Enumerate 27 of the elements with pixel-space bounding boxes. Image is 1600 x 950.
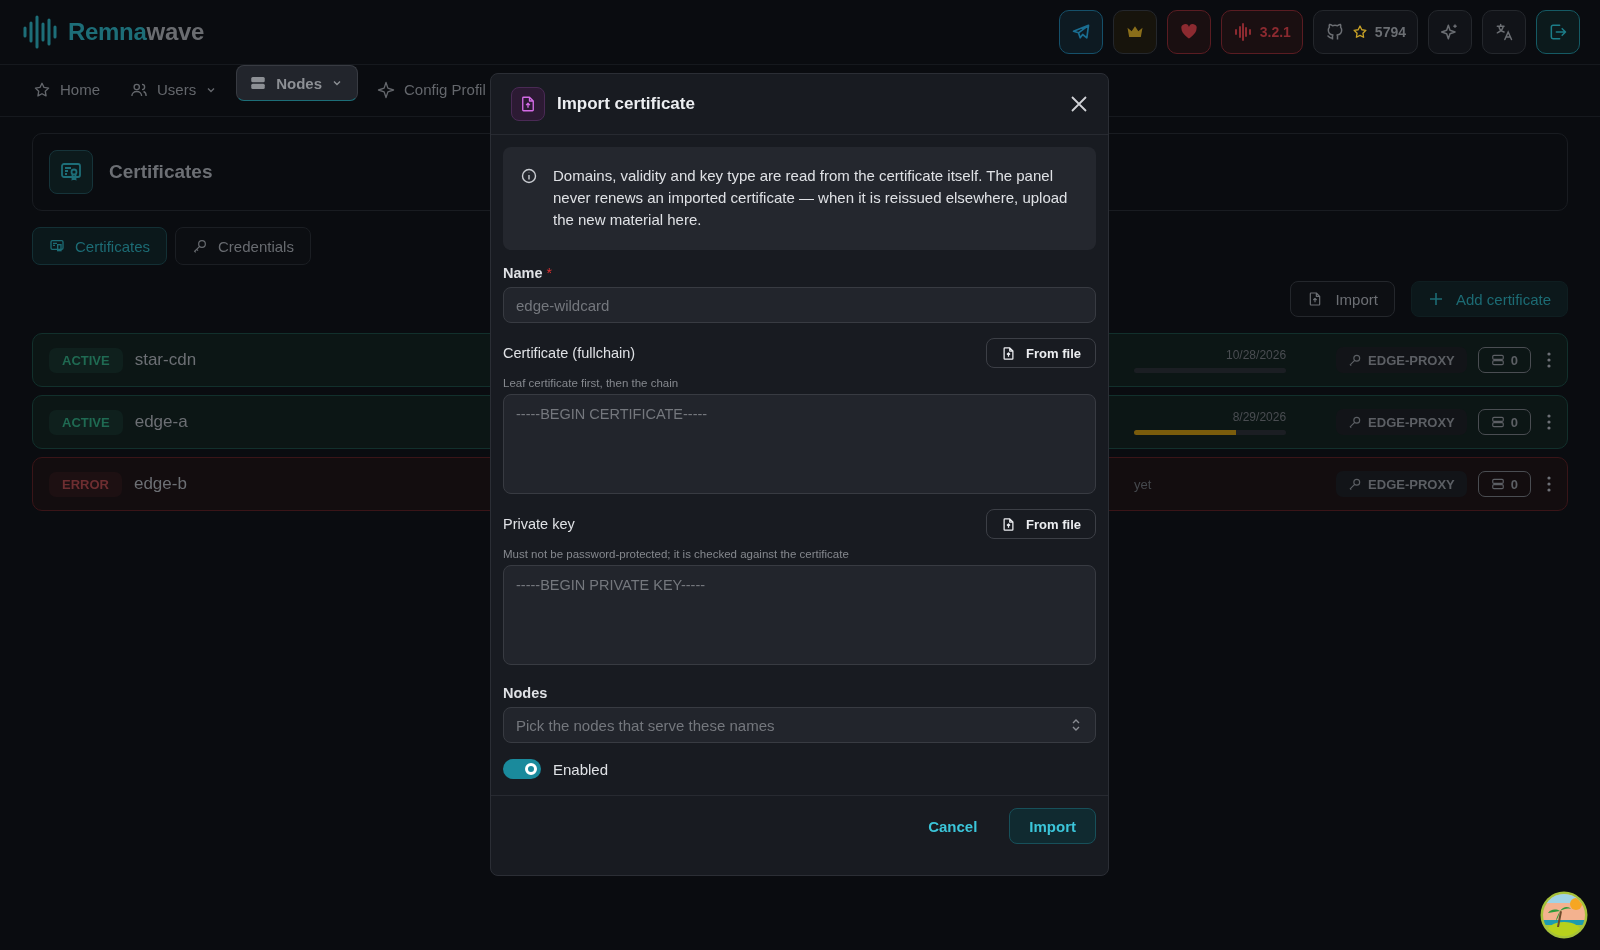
node-count-badge: 0 <box>1477 347 1531 373</box>
field-label: Nodes <box>503 685 548 701</box>
expiry-note: yet <box>1134 476 1152 492</box>
expiry-date: 8/29/2026 <box>1232 409 1287 424</box>
certificate-name: edge-b <box>133 474 187 494</box>
field-label: Private key <box>503 516 575 532</box>
credential-tag: EDGE-PROXY <box>1336 347 1467 373</box>
field-hint: Leaf certificate first, then the chain <box>503 377 680 389</box>
field-label: Name <box>503 265 543 281</box>
status-badge: ERROR <box>49 471 122 497</box>
certificate-name: star-cdn <box>134 350 197 370</box>
certificate-name: edge-a <box>134 412 188 432</box>
field-label: Certificate (fullchain) <box>503 345 636 361</box>
expiry-date: 10/28/2026 <box>1226 347 1287 362</box>
node-count-badge: 0 <box>1477 409 1531 435</box>
node-count-badge: 0 <box>1477 471 1531 497</box>
required-mark: * <box>546 265 552 281</box>
credential-tag: EDGE-PROXY <box>1336 409 1467 435</box>
dialog-title: Import certificate <box>557 94 695 114</box>
field-hint: Must not be password-protected; it is checked against the certificate <box>503 548 850 560</box>
switch-label: Enabled <box>553 760 609 778</box>
page-title: Certificates <box>109 161 213 183</box>
credential-tag: EDGE-PROXY <box>1336 471 1467 497</box>
info-text: Domains, validity and key type are read from the certificate itself. The panel never renews an imported certificate — when it is reissued elsewhere, upload the new material here. <box>553 166 1069 230</box>
logo-text: Remnawave <box>68 18 205 46</box>
status-badge: ACTIVE <box>49 347 123 373</box>
status-badge: ACTIVE <box>49 409 123 435</box>
